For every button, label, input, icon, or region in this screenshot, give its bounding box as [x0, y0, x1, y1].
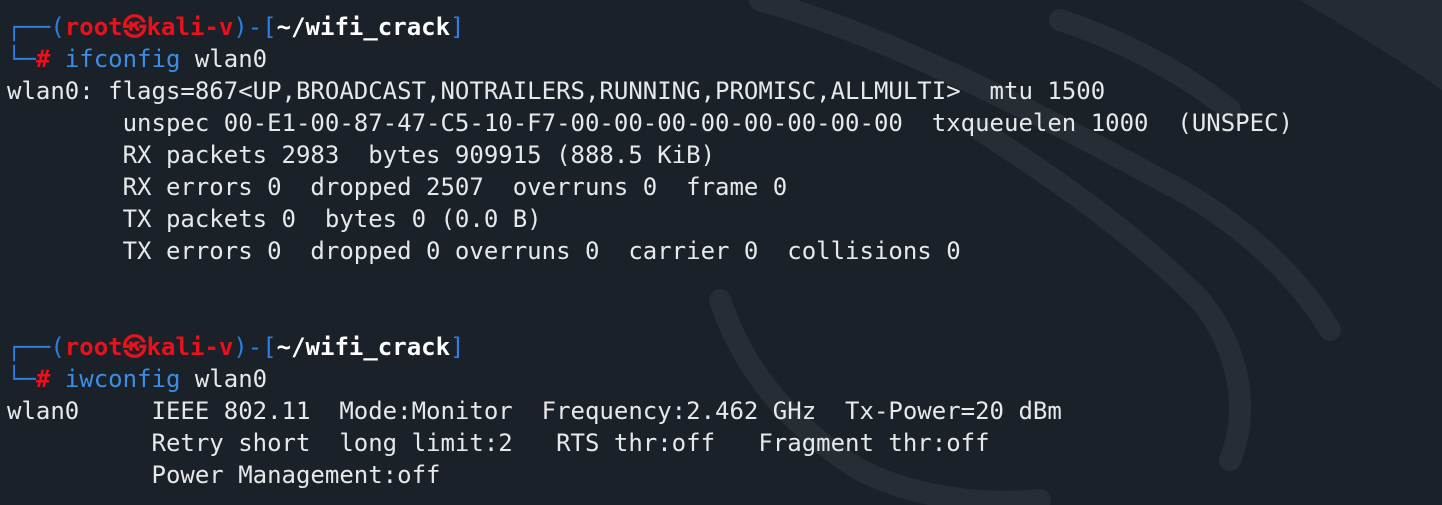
output-line: Power Management:off: [7, 461, 441, 489]
command-line-2: └─# iwconfig wlan0: [7, 363, 1442, 395]
terminal-output[interactable]: ┌──(root㉿kali-v)-[~/wifi_crack] └─# ifco…: [7, 11, 1442, 505]
prompt-user: root: [64, 333, 123, 361]
output-line: unspec 00-E1-00-87-47-C5-10-F7-00-00-00-…: [7, 109, 1293, 137]
prompt-host: kali-v: [146, 13, 234, 41]
prompt-line-2: ┌──(root㉿kali-v)-[~/wifi_crack]: [7, 331, 1442, 363]
prompt-frame: └─: [7, 45, 36, 73]
command-name: ifconfig: [64, 45, 181, 73]
prompt-frame: )-[: [233, 13, 277, 41]
prompt-cwd: ~/wifi_crack: [276, 333, 451, 361]
root-prompt-symbol: #: [35, 45, 51, 73]
prompt-frame: ┌──(: [7, 333, 65, 361]
prompt-user: root: [64, 13, 123, 41]
prompt-line-1: ┌──(root㉿kali-v)-[~/wifi_crack]: [7, 11, 1442, 43]
kali-separator-icon: ㉿: [122, 13, 147, 41]
output-line: RX errors 0 dropped 2507 overruns 0 fram…: [7, 173, 788, 201]
prompt-frame: ┌──(: [7, 13, 65, 41]
prompt-frame: ]: [450, 13, 465, 41]
command-argument: wlan0: [194, 365, 268, 393]
kali-separator-icon: ㉿: [122, 333, 147, 361]
prompt-frame: ]: [450, 333, 465, 361]
output-line: RX packets 2983 bytes 909915 (888.5 KiB): [7, 141, 716, 169]
prompt-frame: )-[: [233, 333, 277, 361]
output-line: TX errors 0 dropped 0 overruns 0 carrier…: [7, 237, 961, 265]
output-line: wlan0 IEEE 802.11 Mode:Monitor Frequency…: [7, 397, 1062, 425]
command-argument: wlan0: [194, 45, 268, 73]
prompt-frame: └─: [7, 365, 36, 393]
command-name: iwconfig: [64, 365, 181, 393]
prompt-host: kali-v: [146, 333, 234, 361]
output-line: wlan0: flags=867<UP,BROADCAST,NOTRAILERS…: [7, 77, 1106, 105]
output-line: TX packets 0 bytes 0 (0.0 B): [7, 205, 542, 233]
root-prompt-symbol: #: [35, 365, 51, 393]
prompt-cwd: ~/wifi_crack: [276, 13, 451, 41]
command-line-1: └─# ifconfig wlan0: [7, 43, 1442, 75]
output-line: Retry short long limit:2 RTS thr:off Fra…: [7, 429, 990, 457]
